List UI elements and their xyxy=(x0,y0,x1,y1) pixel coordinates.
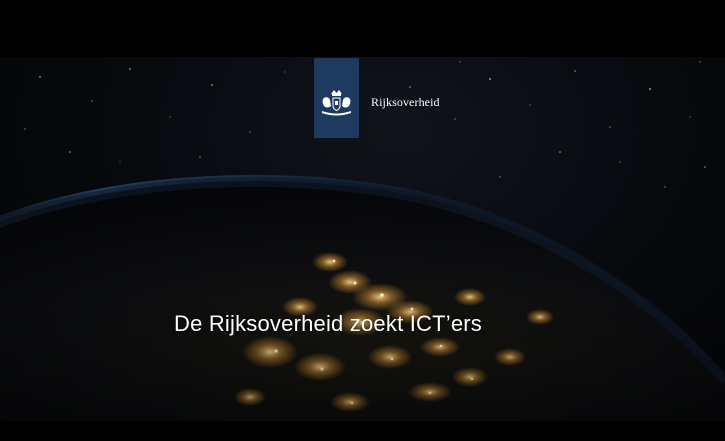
rijksoverheid-logo xyxy=(314,58,359,138)
vignette xyxy=(0,57,725,421)
video-player[interactable] xyxy=(0,57,725,421)
coat-of-arms-icon xyxy=(322,90,351,116)
brand-wordmark: Rijksoverheid xyxy=(371,95,440,109)
letterbox-bottom xyxy=(0,421,725,441)
video-frame[interactable]: Rijksoverheid De Rijksoverheid zoekt ICT… xyxy=(0,0,725,441)
video-caption: De Rijksoverheid zoekt ICT’ers xyxy=(174,311,482,336)
letterbox-top xyxy=(0,0,725,57)
